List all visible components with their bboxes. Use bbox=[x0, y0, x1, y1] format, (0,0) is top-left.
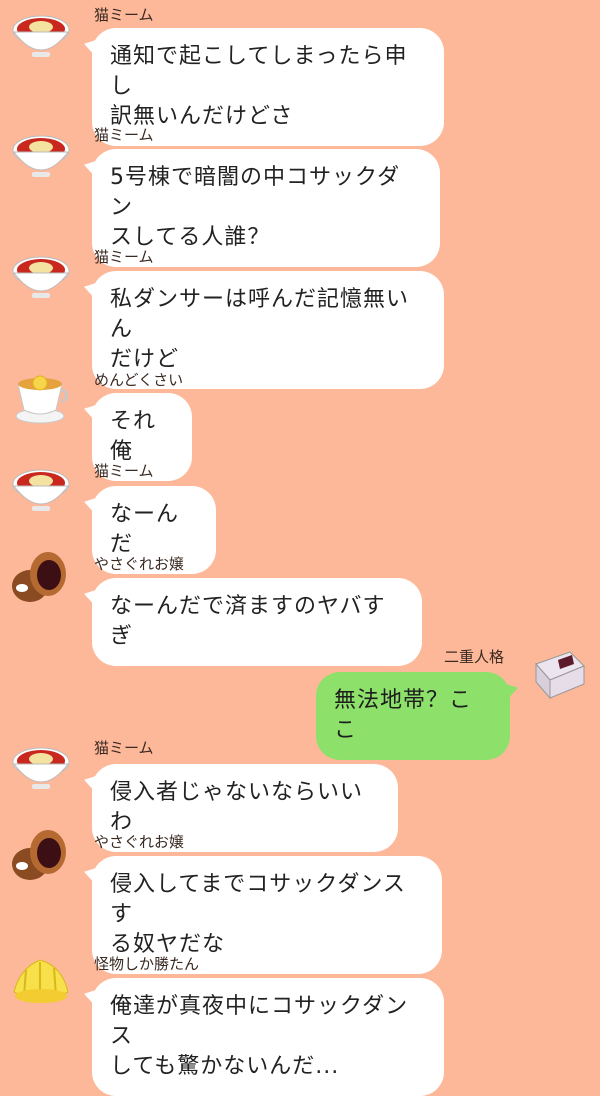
red-noodle-bowl-icon[interactable] bbox=[10, 6, 72, 68]
pineapple-icon[interactable] bbox=[10, 950, 72, 1012]
red-noodle-bowl-icon[interactable] bbox=[10, 460, 72, 522]
chat-area[interactable]: 猫ミーム 通知で起こしてしまったら申し 訳無いんだけどさ 猫ミーム 5号棟で暗闇… bbox=[0, 0, 600, 1096]
red-bean-cake-icon[interactable] bbox=[528, 642, 590, 704]
bean-bun-icon[interactable] bbox=[8, 826, 70, 888]
sender-name: めんどくさい bbox=[94, 371, 184, 389]
sender-name: 怪物しか勝たん bbox=[94, 955, 200, 973]
sender-name: やさぐれお嬢 bbox=[94, 833, 185, 851]
sender-name: 猫ミーム bbox=[94, 248, 154, 266]
sender-name: やさぐれお嬢 bbox=[94, 555, 185, 573]
lemon-tea-cup-icon[interactable] bbox=[10, 366, 72, 428]
bean-bun-icon[interactable] bbox=[8, 548, 70, 610]
red-noodle-bowl-icon[interactable] bbox=[10, 738, 72, 800]
message-bubble[interactable]: なーんだで済ますのヤバすぎ bbox=[92, 578, 422, 666]
sender-name: 猫ミーム bbox=[94, 462, 154, 480]
red-noodle-bowl-icon[interactable] bbox=[10, 126, 72, 188]
sender-name: 二重人格 bbox=[444, 648, 505, 666]
message-bubble[interactable]: 俺達が真夜中にコサックダンス しても驚かないんだ... bbox=[92, 978, 444, 1096]
red-noodle-bowl-icon[interactable] bbox=[10, 247, 72, 309]
sender-name: 猫ミーム bbox=[94, 6, 154, 24]
sender-name: 猫ミーム bbox=[94, 126, 154, 144]
my-message-bubble[interactable]: 無法地帯？ここ bbox=[316, 672, 510, 760]
sender-name: 猫ミーム bbox=[94, 739, 154, 757]
